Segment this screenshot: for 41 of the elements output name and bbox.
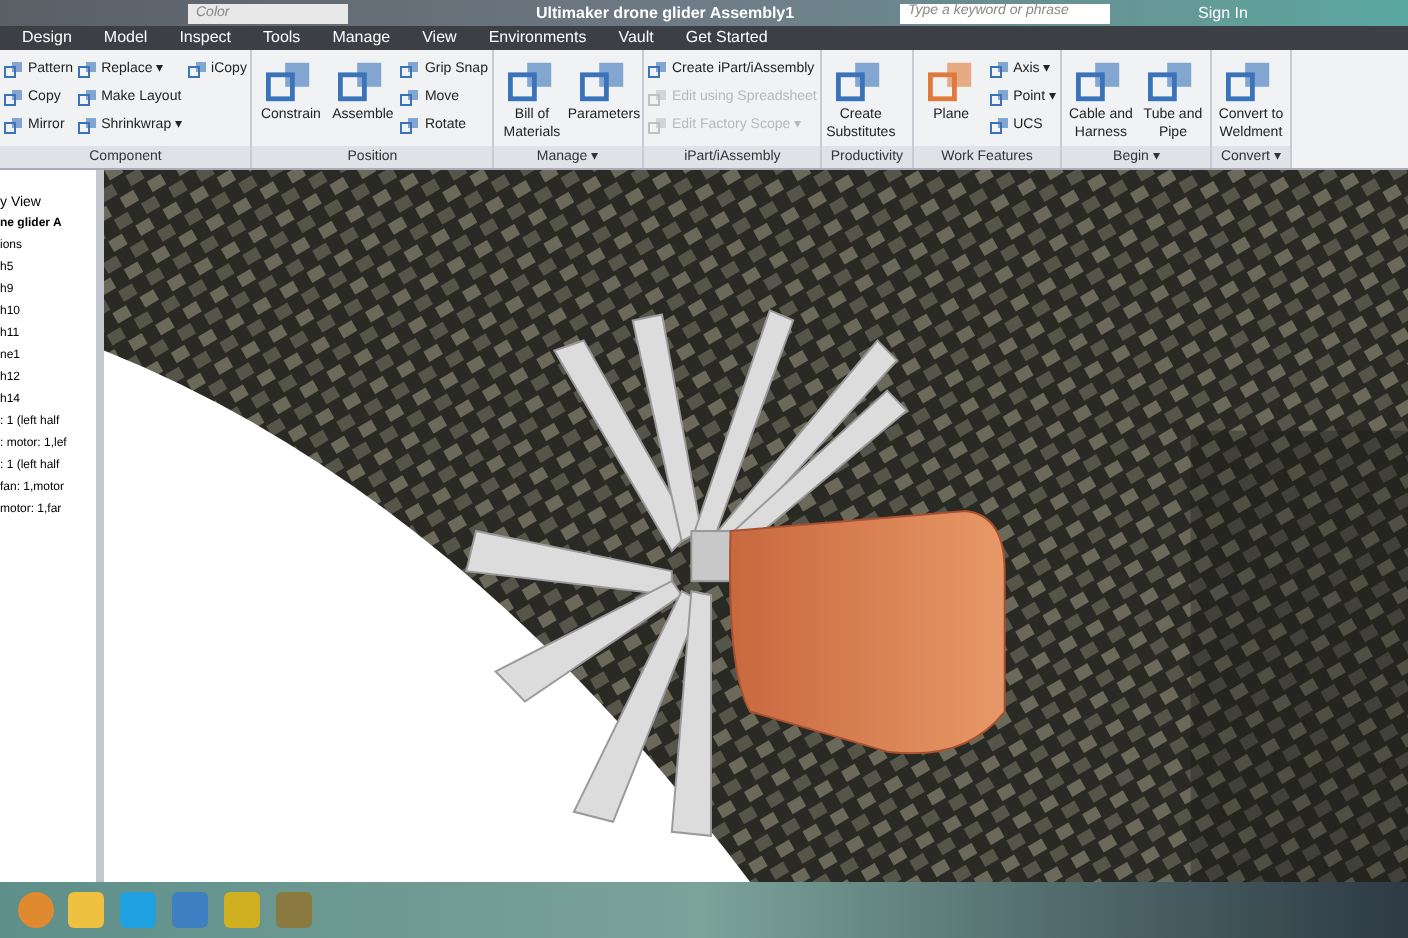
squares-icon	[647, 87, 668, 107]
squares-icon	[338, 58, 387, 106]
squares-icon	[507, 58, 556, 106]
squares-icon	[989, 59, 1010, 79]
squares-icon	[1226, 58, 1275, 106]
app-icon[interactable]	[116, 888, 160, 932]
squares-icon	[400, 59, 421, 79]
squares-icon	[647, 59, 668, 79]
squares-icon	[4, 59, 24, 79]
squares-icon	[266, 58, 315, 106]
ribbon-tab[interactable]: Get Started	[683, 26, 770, 50]
ribbon-tab[interactable]: Vault	[616, 26, 656, 50]
squares-icon	[77, 115, 98, 135]
ribbon-tab[interactable]: View	[420, 26, 459, 50]
squares-icon	[836, 58, 885, 106]
app-icon[interactable]	[272, 888, 316, 932]
squares-icon	[4, 115, 24, 135]
app-icon[interactable]	[220, 888, 264, 932]
squares-icon	[77, 59, 98, 79]
squares-icon	[4, 87, 24, 107]
squares-icon	[579, 58, 628, 106]
app-icon[interactable]	[168, 888, 212, 932]
squares-icon	[400, 87, 421, 107]
ribbon-tab[interactable]: Environments	[486, 26, 589, 50]
squares-icon	[400, 115, 421, 135]
squares-icon	[1148, 58, 1197, 106]
ribbon-tab[interactable]: Model	[101, 26, 150, 50]
ribbon-tab[interactable]: Manage	[330, 26, 393, 50]
squares-icon	[989, 87, 1010, 107]
squares-icon	[927, 58, 976, 106]
squares-icon	[77, 87, 98, 107]
squares-icon	[989, 115, 1010, 135]
squares-icon	[1076, 58, 1125, 106]
window-title: Ultimaker drone glider Assembly1	[536, 1, 797, 25]
start-orb-icon[interactable]	[16, 890, 56, 930]
ribbon-tab[interactable]: Inspect	[177, 26, 233, 50]
squares-icon	[647, 115, 668, 135]
squares-icon	[187, 59, 208, 79]
ribbon-tab[interactable]: Design	[20, 26, 74, 50]
app-icon[interactable]	[64, 888, 108, 932]
ribbon-tab[interactable]: Tools	[261, 26, 303, 50]
